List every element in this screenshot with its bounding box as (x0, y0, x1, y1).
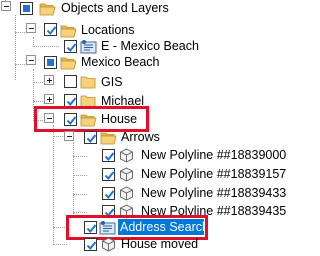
tree-item-label: New Polyline ##18839157 (141, 167, 287, 181)
tree-item-label: Mexico Beach (81, 55, 160, 69)
tree-item-label: New Polyline ##18839000 (141, 148, 287, 162)
folder-open-icon (60, 56, 77, 70)
expand-toggle[interactable] (44, 75, 54, 85)
checkbox-house-moved[interactable] (84, 238, 97, 251)
tree-connector (53, 136, 63, 137)
checkbox-polyline[interactable] (102, 149, 115, 162)
tree-item-label: Locations (81, 23, 135, 37)
collapse-toggle[interactable] (1, 1, 11, 11)
tree-connector (33, 82, 43, 83)
tree-connector (15, 15, 16, 80)
tree-connector (73, 156, 87, 157)
checkbox-locations[interactable] (44, 23, 57, 36)
tree-connector (73, 212, 87, 213)
tree-item-label: Arrows (121, 130, 160, 144)
checkbox-e-mexico-beach[interactable] (64, 40, 77, 53)
collapse-toggle[interactable] (26, 23, 36, 33)
folder-open-icon (60, 24, 77, 38)
tree-connector (33, 101, 43, 102)
expand-toggle[interactable] (44, 94, 54, 104)
folder-icon (80, 75, 97, 89)
tree-connector (73, 194, 87, 195)
checkbox-objects-and-layers[interactable] (20, 2, 33, 15)
cube-icon (119, 148, 134, 166)
tree-item-label: E - Mexico Beach (101, 39, 199, 53)
checkbox-polyline[interactable] (102, 168, 115, 181)
collapse-toggle[interactable] (26, 55, 36, 65)
tree-item-label: GIS (101, 75, 123, 89)
collapse-toggle[interactable] (64, 131, 74, 141)
checkbox-arrows[interactable] (84, 131, 97, 144)
cube-icon (119, 186, 134, 204)
folder-open-icon (39, 2, 56, 16)
tree-connector (73, 175, 87, 176)
tree-item-label: House moved (121, 237, 199, 251)
cube-icon (119, 167, 134, 185)
cube-icon (101, 237, 116, 255)
folder-open-icon (100, 131, 117, 145)
tree-item-label: New Polyline ##18839433 (141, 186, 287, 200)
tree-item-label: Objects and Layers (61, 1, 169, 15)
checkbox-polyline[interactable] (102, 187, 115, 200)
tree-connector (53, 244, 67, 245)
tree-connector (33, 46, 59, 47)
tree-connector (53, 227, 67, 228)
tree-connector (73, 142, 74, 214)
checkbox-mexico-beach[interactable] (44, 56, 57, 69)
checkbox-gis[interactable] (64, 75, 77, 88)
